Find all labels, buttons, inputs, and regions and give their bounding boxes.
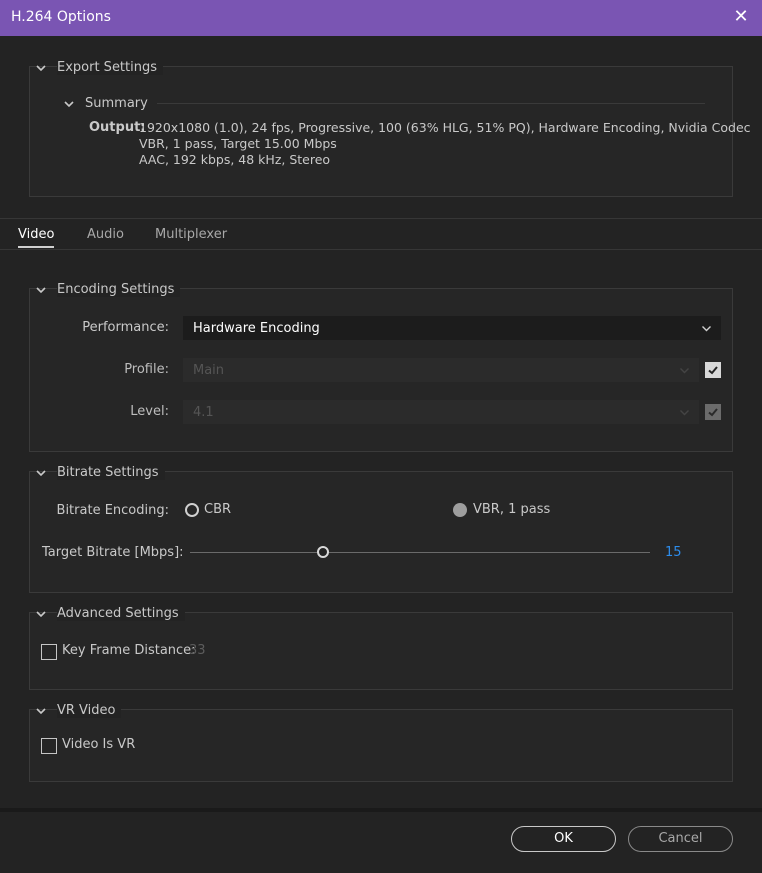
target-bitrate-track[interactable] <box>190 552 650 553</box>
tab-bar: Video Audio Multiplexer <box>0 218 762 250</box>
title-bar: H.264 Options ✕ <box>0 0 762 36</box>
target-bitrate-label: Target Bitrate [Mbps]: <box>42 545 184 560</box>
chevron-down-icon <box>35 284 47 296</box>
key-frame-checkbox[interactable] <box>41 644 57 660</box>
output-label: Output: <box>89 120 146 135</box>
bitrate-settings-title: Bitrate Settings <box>57 465 165 480</box>
summary-header[interactable]: Summary <box>63 96 148 111</box>
output-line-1: 1920x1080 (1.0), 24 fps, Progressive, 10… <box>139 120 751 135</box>
key-frame-label[interactable]: Key Frame Distance: <box>62 643 196 658</box>
cbr-label[interactable]: CBR <box>204 502 231 517</box>
vbr-label[interactable]: VBR, 1 pass <box>473 502 550 517</box>
performance-value: Hardware Encoding <box>193 321 320 336</box>
window-title: H.264 Options <box>11 9 111 25</box>
chevron-down-icon <box>35 467 47 479</box>
output-line-3: AAC, 192 kbps, 48 kHz, Stereo <box>139 152 331 167</box>
profile-label: Profile: <box>124 362 169 377</box>
bitrate-encoding-label: Bitrate Encoding: <box>56 503 169 518</box>
check-icon <box>708 366 718 375</box>
performance-select[interactable]: Hardware Encoding <box>183 316 721 340</box>
chevron-down-icon <box>35 608 47 620</box>
ok-button[interactable]: OK <box>511 826 616 852</box>
cbr-radio[interactable] <box>185 503 199 517</box>
advanced-settings-title: Advanced Settings <box>57 606 185 621</box>
check-icon <box>708 408 718 417</box>
level-checkbox <box>705 404 721 420</box>
chevron-down-icon <box>63 98 75 110</box>
tab-audio[interactable]: Audio <box>87 227 124 242</box>
bitrate-settings-group <box>29 471 733 593</box>
vr-video-header[interactable]: VR Video <box>35 703 122 718</box>
dropdown-arrow-icon <box>679 407 690 422</box>
cancel-button[interactable]: Cancel <box>628 826 733 852</box>
profile-checkbox[interactable] <box>705 362 721 378</box>
performance-label: Performance: <box>82 320 169 335</box>
tab-video[interactable]: Video <box>18 227 55 248</box>
advanced-settings-header[interactable]: Advanced Settings <box>35 606 185 621</box>
key-frame-value: 33 <box>189 643 206 658</box>
profile-select: Main <box>183 358 699 382</box>
dropdown-arrow-icon <box>679 365 690 380</box>
footer-divider <box>0 808 762 812</box>
output-line-2: VBR, 1 pass, Target 15.00 Mbps <box>139 136 337 151</box>
dropdown-arrow-icon <box>701 323 712 338</box>
video-is-vr-label[interactable]: Video Is VR <box>62 737 135 752</box>
export-settings-header[interactable]: Export Settings <box>35 60 164 75</box>
profile-value: Main <box>193 363 225 378</box>
close-icon[interactable]: ✕ <box>728 4 754 30</box>
level-value: 4.1 <box>193 405 214 420</box>
summary-title: Summary <box>85 96 148 111</box>
export-settings-title: Export Settings <box>57 60 164 75</box>
level-select: 4.1 <box>183 400 699 424</box>
vr-video-title: VR Video <box>57 703 122 718</box>
encoding-settings-title: Encoding Settings <box>57 282 181 297</box>
summary-divider <box>157 103 705 104</box>
bitrate-settings-header[interactable]: Bitrate Settings <box>35 465 165 480</box>
encoding-settings-header[interactable]: Encoding Settings <box>35 282 181 297</box>
video-is-vr-checkbox[interactable] <box>41 738 57 754</box>
level-label: Level: <box>130 404 169 419</box>
tab-multiplexer[interactable]: Multiplexer <box>155 227 227 242</box>
target-bitrate-value[interactable]: 15 <box>665 545 682 560</box>
chevron-down-icon <box>35 62 47 74</box>
chevron-down-icon <box>35 705 47 717</box>
vbr-radio[interactable] <box>453 503 467 517</box>
